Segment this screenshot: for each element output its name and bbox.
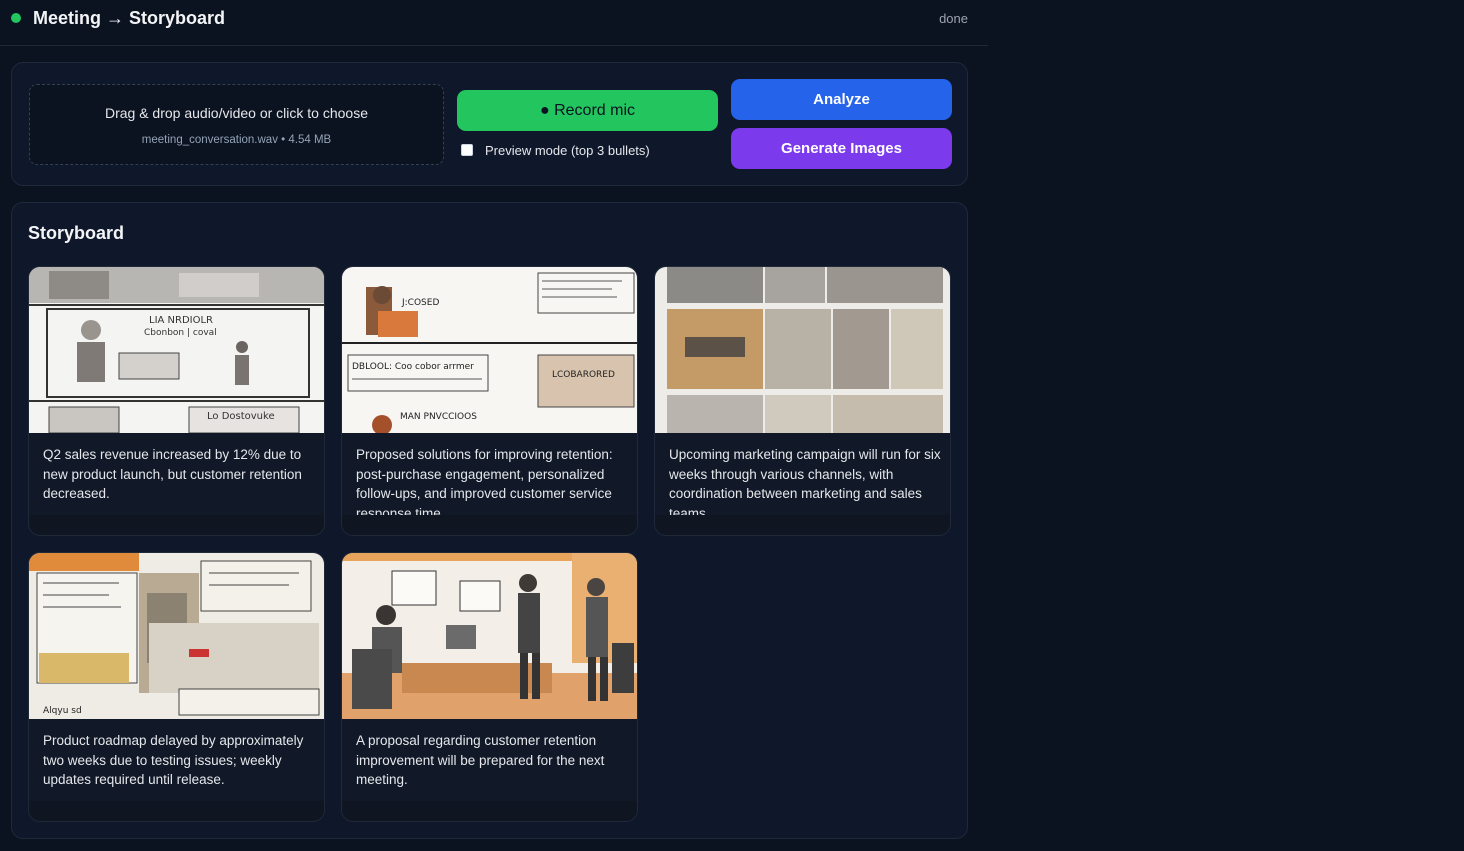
status-text: done [939,11,968,26]
svg-text:Alqyu sd: Alqyu sd [43,706,82,716]
generate-images-button[interactable]: Generate Images [731,128,952,169]
sketch-document-illustration: J:COSED DBLOOL: Coo cobor arrmer LCOBARO… [342,267,637,433]
app-title: Meeting → Storyboard [33,8,226,28]
card-footer [655,515,950,535]
svg-text:LIA NRDIOLR: LIA NRDIOLR [149,315,213,326]
storyboard-card: A proposal regarding customer retention … [341,552,638,822]
record-mic-button[interactable]: ● Record mic [457,90,718,131]
file-dropzone[interactable]: Drag & drop audio/video or click to choo… [29,84,444,165]
status-dot-icon [11,13,21,23]
app-window: Meeting → Storyboard done Drag & drop au… [0,0,988,851]
dropzone-label: Drag & drop audio/video or click to choo… [104,105,369,121]
svg-text:Lo Dostovuke: Lo Dostovuke [207,411,275,422]
office-handshake-illustration [342,553,637,719]
card-text: Upcoming marketing campaign will run for… [669,447,941,521]
analyze-button[interactable]: Analyze [731,79,952,120]
header: Meeting → Storyboard done [0,0,988,46]
svg-text:LCOBARORED: LCOBARORED [552,370,615,380]
preview-mode-label[interactable]: Preview mode (top 3 bullets) [485,143,650,158]
street-sketch-collage: Alqyu sd [29,553,324,719]
card-footer [342,515,637,535]
card-text: Product roadmap delayed by approximately… [43,733,304,787]
card-text: A proposal regarding customer retention … [356,733,605,787]
storyboard-card: LIA NRDIOLR Cbonbon | coval Lo Dostovuke… [28,266,325,536]
card-text: Q2 sales revenue increased by 12% due to… [43,447,302,501]
storyboard-panel: Storyboard LIA NRDIOLR Cbonbon | coval L… [11,202,968,839]
sketch-meeting-illustration: LIA NRDIOLR Cbonbon | coval Lo Dostovuke [29,267,324,433]
storyboard-title: Storyboard [28,223,125,243]
controls-panel: Drag & drop audio/video or click to choo… [11,62,968,186]
svg-text:DBLOOL: Coo cobor arrmer: DBLOOL: Coo cobor arrmer [352,362,474,372]
card-text: Proposed solutions for improving retenti… [356,447,613,521]
office-photo-collage [655,267,950,433]
storyboard-card: J:COSED DBLOOL: Coo cobor arrmer LCOBARO… [341,266,638,536]
svg-text:Cbonbon | coval: Cbonbon | coval [144,328,217,338]
card-footer [342,801,637,821]
preview-mode-checkbox[interactable] [461,144,473,156]
card-footer [29,515,324,535]
file-info: meeting_conversation.wav • 4.54 MB [141,134,332,146]
svg-text:J:COSED: J:COSED [401,298,439,308]
card-footer [29,801,324,821]
preview-mode-row[interactable]: Preview mode (top 3 bullets) [461,141,650,159]
svg-text:MAN PNVCCIOOS: MAN PNVCCIOOS [400,412,477,422]
storyboard-card: Alqyu sd Product roadmap delayed by appr… [28,552,325,822]
storyboard-card: Upcoming marketing campaign will run for… [654,266,951,536]
